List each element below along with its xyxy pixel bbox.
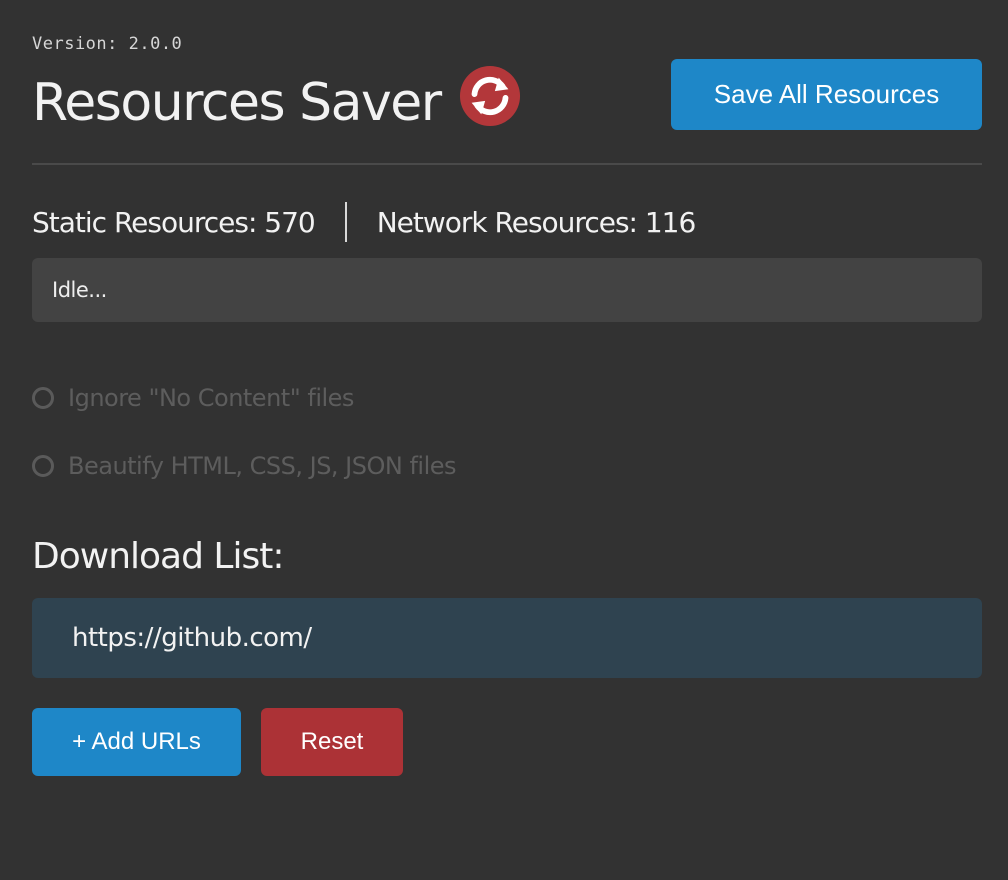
static-resources-count: Static Resources: 570 [32,205,316,239]
download-url-list: https://github.com/ [32,598,982,678]
status-box: Idle... [32,258,982,322]
save-all-resources-button[interactable]: Save All Resources [671,59,982,130]
app-title: Resources Saver [32,73,442,133]
status-text: Idle... [52,278,107,302]
download-url-item[interactable]: https://github.com/ [72,623,312,653]
title-row: Resources Saver [32,65,521,140]
download-list-heading: Download List: [32,536,284,577]
beautify-files-option[interactable]: Beautify HTML, CSS, JS, JSON files [32,448,457,484]
beautify-files-label: Beautify HTML, CSS, JS, JSON files [68,452,457,480]
network-resources-count: Network Resources: 116 [376,205,697,239]
version-label: Version: 2.0.0 [32,34,183,54]
resource-stats: Static Resources: 570 Network Resources:… [32,200,697,244]
beautify-files-radio[interactable] [32,455,54,477]
stats-separator [344,202,347,242]
header-divider [32,163,982,165]
ignore-no-content-label: Ignore "No Content" files [68,384,354,412]
ignore-no-content-option[interactable]: Ignore "No Content" files [32,380,354,416]
ignore-no-content-radio[interactable] [32,387,54,409]
sync-icon[interactable] [459,65,521,127]
add-urls-button[interactable]: + Add URLs [32,708,241,776]
resources-saver-panel: Version: 2.0.0 Resources Saver Save All … [0,0,1008,880]
reset-button[interactable]: Reset [261,708,403,776]
